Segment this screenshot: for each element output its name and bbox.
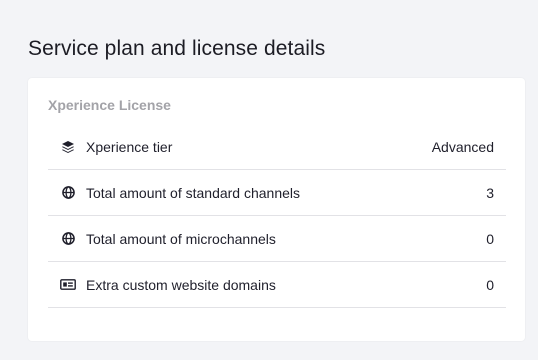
row-microchannels: Total amount of microchannels 0 <box>48 216 506 262</box>
page-title: Service plan and license details <box>28 37 326 60</box>
row-custom-domains: Extra custom website domains 0 <box>48 262 506 308</box>
row-label: Xperience tier <box>86 138 173 155</box>
row-label: Total amount of microchannels <box>86 230 276 247</box>
globe-icon <box>60 231 76 247</box>
row-value: 3 <box>486 184 494 201</box>
license-details-list: Xperience tier Advanced Total amount of … <box>48 124 506 308</box>
row-value: 0 <box>486 276 494 293</box>
license-card-title: Xperience License <box>48 97 171 113</box>
domain-badge-icon <box>60 277 76 293</box>
row-xperience-tier: Xperience tier Advanced <box>48 124 506 170</box>
row-value: 0 <box>486 230 494 247</box>
license-card: Xperience License Xperience tier Advance… <box>28 78 525 341</box>
row-label: Total amount of standard channels <box>86 184 301 201</box>
row-label: Extra custom website domains <box>86 276 276 293</box>
row-value: Advanced <box>431 138 494 155</box>
globe-icon <box>60 185 76 201</box>
row-standard-channels: Total amount of standard channels 3 <box>48 170 506 216</box>
layers-icon <box>60 139 76 155</box>
